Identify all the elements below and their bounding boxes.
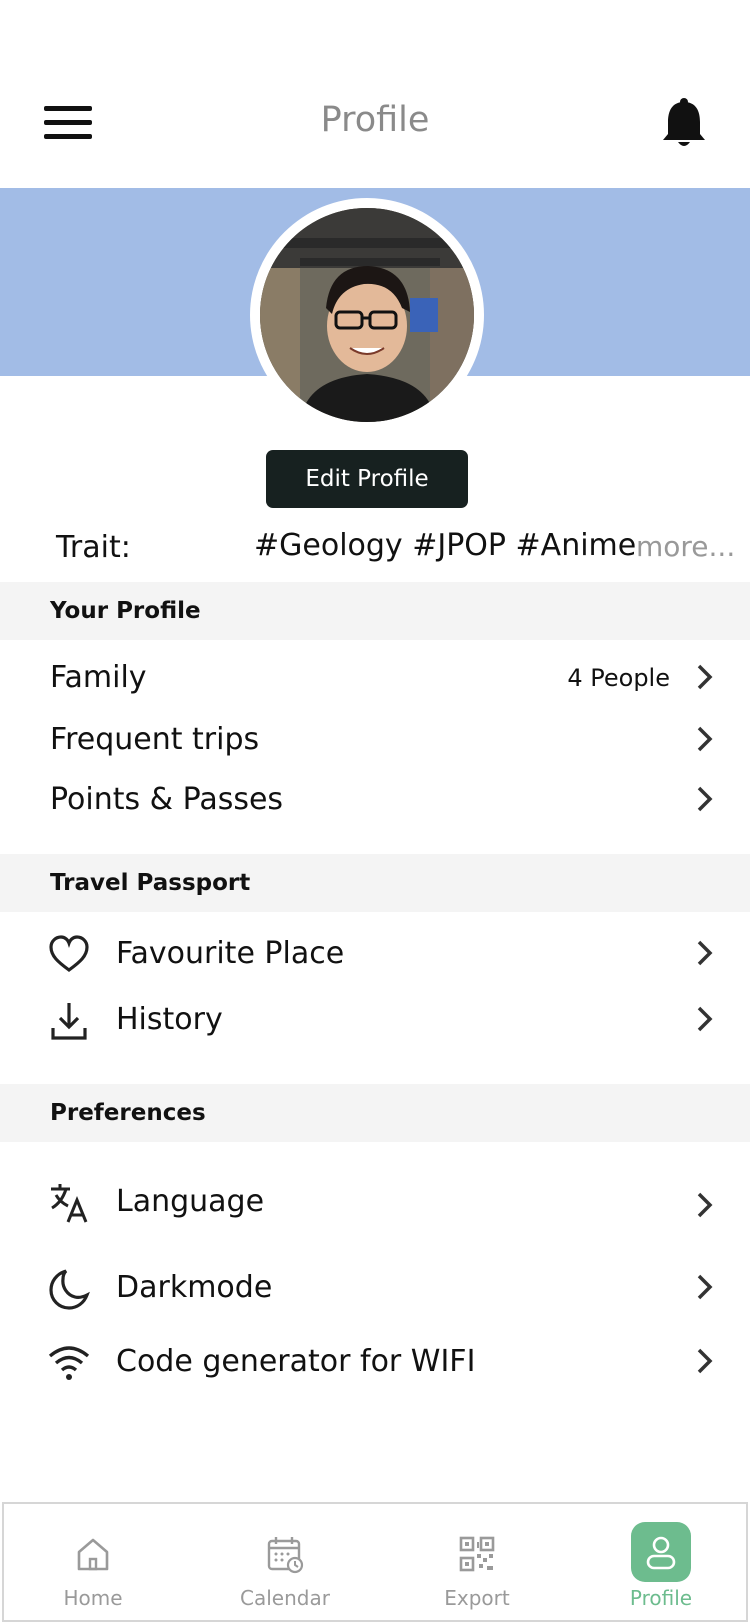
section-preferences: Preferences xyxy=(0,1084,750,1142)
user-icon xyxy=(646,1536,676,1570)
translate-icon xyxy=(51,1184,88,1223)
bottom-navigation: Home Calendar Export Profile xyxy=(2,1502,748,1622)
section-title: Preferences xyxy=(50,1100,206,1126)
chevron-right-icon xyxy=(697,1006,713,1032)
nav-home[interactable]: Home xyxy=(8,1504,178,1620)
chevron-right-icon xyxy=(697,940,713,966)
row-label: Family xyxy=(50,660,147,695)
row-family[interactable]: Family 4 People xyxy=(0,650,750,706)
trait-tags: #Geology #JPOP #Anime xyxy=(254,528,637,563)
nav-label: Export xyxy=(444,1586,510,1610)
wifi-icon xyxy=(48,1346,90,1380)
home-icon xyxy=(77,1538,109,1571)
section-title: Your Profile xyxy=(50,598,201,624)
qr-code-icon xyxy=(459,1536,495,1572)
nav-profile[interactable]: Profile xyxy=(576,1504,746,1620)
section-travel-passport: Travel Passport xyxy=(0,854,750,912)
chevron-right-icon xyxy=(697,726,713,752)
top-bar: Profile xyxy=(0,0,750,188)
section-title: Travel Passport xyxy=(50,870,251,896)
row-history[interactable]: History xyxy=(0,992,750,1048)
nav-export[interactable]: Export xyxy=(392,1504,562,1620)
nav-calendar[interactable]: Calendar xyxy=(200,1504,370,1620)
row-label: Code generator for WIFI xyxy=(116,1344,476,1379)
row-label: Points & Passes xyxy=(50,782,284,817)
calendar-icon xyxy=(267,1537,304,1574)
row-favourite-place[interactable]: Favourite Place xyxy=(0,926,750,982)
family-count: 4 People xyxy=(567,664,670,692)
nav-label: Profile xyxy=(629,1586,693,1610)
download-icon xyxy=(51,1003,87,1040)
chevron-right-icon xyxy=(697,664,713,690)
row-language[interactable]: Language xyxy=(0,1174,750,1230)
heart-icon xyxy=(49,935,89,972)
nav-label: Home xyxy=(63,1586,123,1610)
trait-more-link[interactable]: more... xyxy=(636,530,735,563)
row-label: Frequent trips xyxy=(50,722,260,757)
profile-photo xyxy=(260,208,474,422)
row-label: Language xyxy=(116,1184,265,1219)
edit-profile-button[interactable]: Edit Profile xyxy=(266,450,468,508)
nav-label: Calendar xyxy=(240,1586,330,1610)
row-label: Favourite Place xyxy=(116,936,345,971)
chevron-right-icon xyxy=(697,1192,713,1218)
trait-label: Trait: xyxy=(56,530,131,565)
moon-icon xyxy=(49,1269,90,1310)
row-wifi-code-generator[interactable]: Code generator for WIFI xyxy=(0,1334,750,1390)
chevron-right-icon xyxy=(697,1348,713,1374)
row-frequent-trips[interactable]: Frequent trips xyxy=(0,712,750,768)
row-label: Darkmode xyxy=(116,1270,273,1305)
row-label: History xyxy=(116,1002,223,1037)
row-points-passes[interactable]: Points & Passes xyxy=(0,772,750,828)
row-darkmode[interactable]: Darkmode xyxy=(0,1260,750,1316)
avatar xyxy=(250,198,484,432)
chevron-right-icon xyxy=(697,786,713,812)
notification-bell-icon[interactable] xyxy=(660,96,708,150)
chevron-right-icon xyxy=(697,1274,713,1300)
page-title: Profile xyxy=(320,100,430,140)
section-your-profile: Your Profile xyxy=(0,582,750,640)
